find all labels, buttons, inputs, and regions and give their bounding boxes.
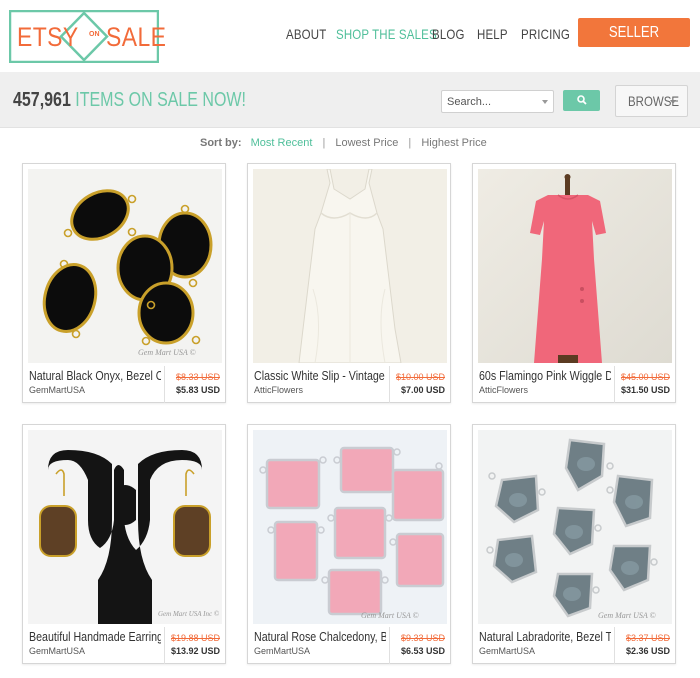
nav-about[interactable]: ABOUT: [286, 26, 326, 42]
product-image-earrings[interactable]: Gem Mart USA Inc ©: [28, 430, 222, 624]
original-price: $3.37 USD: [625, 633, 670, 643]
product-image-pink-dress[interactable]: [478, 169, 672, 363]
product-image-black-onyx[interactable]: Gem Mart USA ©: [28, 169, 222, 363]
original-price: $9.33 USD: [400, 633, 445, 643]
sort-bar: Sort by: Most Recent | Lowest Price | Hi…: [200, 137, 487, 149]
search-input[interactable]: [442, 91, 532, 112]
product-title[interactable]: Natural Labradorite, Bezel Trillion: [479, 629, 611, 644]
sort-lowest-price[interactable]: Lowest Price: [335, 137, 398, 149]
product-shop[interactable]: GemMartUSA: [29, 385, 85, 395]
price-box: $45.00 USD $31.50 USD: [614, 366, 676, 403]
nav-help[interactable]: HELP: [477, 26, 508, 42]
logo-text-etsy: ETSY: [17, 22, 79, 52]
items-on-sale-counter: 457,961 ITEMS ON SALE NOW!: [13, 89, 246, 112]
product-title[interactable]: 60s Flamingo Pink Wiggle Dress: [479, 368, 611, 383]
product-shop[interactable]: GemMartUSA: [29, 646, 85, 656]
original-price: $45.00 USD: [620, 372, 670, 382]
logo-text-sale: SALE: [106, 22, 167, 52]
sale-price: $6.53 USD: [400, 646, 445, 656]
sort-label: Sort by:: [200, 137, 242, 149]
watermark-text: Gem Mart USA ©: [598, 611, 656, 620]
original-price: $10.00 USD: [395, 372, 445, 382]
price-box: $19.88 USD $13.92 USD: [164, 627, 226, 664]
product-shop[interactable]: GemMartUSA: [254, 646, 310, 656]
product-shop[interactable]: AtticFlowers: [254, 385, 303, 395]
sale-price: $31.50 USD: [620, 385, 670, 395]
chevron-down-icon: [670, 100, 676, 104]
nav-blog[interactable]: BLOG: [432, 26, 465, 42]
sale-price: $7.00 USD: [400, 385, 445, 395]
product-image-rose-chalcedony[interactable]: Gem Mart USA ©: [253, 430, 447, 624]
product-title[interactable]: Classic White Slip - Vintage: [254, 368, 386, 383]
chevron-down-icon[interactable]: [542, 100, 548, 104]
watermark-text: Gem Mart USA ©: [138, 348, 196, 357]
price-box: $8.33 USD $5.83 USD: [164, 366, 226, 403]
sort-divider: |: [322, 137, 326, 149]
price-box: $10.00 USD $7.00 USD: [389, 366, 451, 403]
search-button[interactable]: [563, 90, 600, 111]
price-box: $9.33 USD $6.53 USD: [389, 627, 451, 664]
product-image-white-slip[interactable]: [253, 169, 447, 363]
browse-dropdown[interactable]: BROWSE: [615, 85, 688, 117]
product-card[interactable]: Gem Mart USA © Natural Labradorite, Beze…: [472, 424, 676, 664]
price-box: $3.37 USD $2.36 USD: [614, 627, 676, 664]
search-field[interactable]: [441, 90, 554, 113]
original-price: $8.33 USD: [175, 372, 220, 382]
search-icon: [577, 95, 587, 105]
items-count-number: 457,961: [13, 89, 71, 111]
items-count-text: ITEMS ON SALE NOW!: [75, 89, 246, 111]
product-card[interactable]: Gem Mart USA © Natural Rose Chalcedony, …: [247, 424, 451, 664]
product-card[interactable]: Classic White Slip - Vintage AtticFlower…: [247, 163, 451, 403]
product-card[interactable]: Gem Mart USA Inc © Beautiful Handmade Ea…: [22, 424, 226, 664]
sale-price: $5.83 USD: [175, 385, 220, 395]
original-price: $19.88 USD: [170, 633, 220, 643]
product-title[interactable]: Natural Rose Chalcedony, Bezel: [254, 629, 386, 644]
sort-divider: |: [408, 137, 412, 149]
seller-tools-button[interactable]: SELLER TOOLS: [578, 18, 690, 70]
product-shop[interactable]: AtticFlowers: [479, 385, 528, 395]
product-title[interactable]: Natural Black Onyx, Bezel Oval: [29, 368, 161, 383]
product-shop[interactable]: GemMartUSA: [479, 646, 535, 656]
seller-tools-label: SELLER TOOLS: [608, 24, 660, 70]
sort-most-recent[interactable]: Most Recent: [251, 137, 313, 149]
product-title[interactable]: Beautiful Handmade Earring: [29, 629, 161, 644]
sort-highest-price[interactable]: Highest Price: [421, 137, 486, 149]
nav-pricing[interactable]: PRICING: [521, 26, 570, 42]
watermark-text: Gem Mart USA ©: [361, 611, 419, 620]
sale-price: $13.92 USD: [170, 646, 220, 656]
product-card[interactable]: 60s Flamingo Pink Wiggle Dress AtticFlow…: [472, 163, 676, 403]
product-image-labradorite[interactable]: Gem Mart USA ©: [478, 430, 672, 624]
nav-shop-the-sales[interactable]: SHOP THE SALES: [336, 26, 437, 42]
product-card[interactable]: Gem Mart USA © Natural Black Onyx, Bezel…: [22, 163, 226, 403]
watermark-text: Gem Mart USA Inc ©: [158, 610, 220, 618]
top-header: ETSY ON SALE ABOUT SHOP THE SALES BLOG H…: [0, 0, 700, 72]
sale-price: $2.36 USD: [625, 646, 670, 656]
etsy-on-sale-logo[interactable]: ETSY ON SALE: [9, 10, 166, 63]
logo-text-on: ON: [89, 31, 100, 38]
